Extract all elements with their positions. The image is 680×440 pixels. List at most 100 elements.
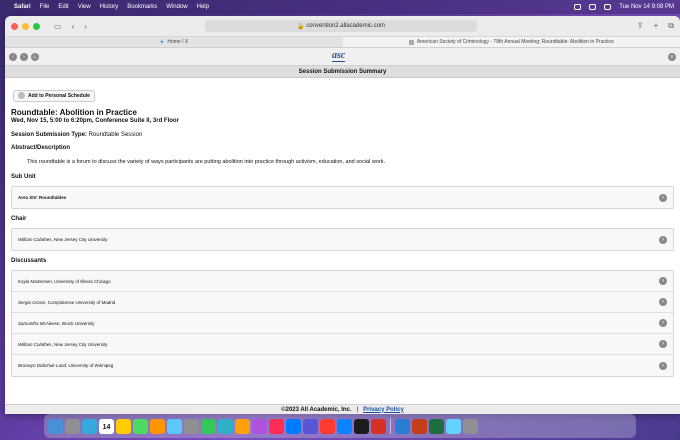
forward-arrow-icon[interactable]: ›	[84, 22, 87, 31]
tab-bar: ✦ Home / X American Society of Criminolo…	[5, 37, 680, 48]
dock-app-icon[interactable]	[429, 418, 444, 434]
dock-app-icon[interactable]	[286, 418, 301, 434]
chair-heading: Chair	[11, 216, 27, 222]
calendar-dock-icon[interactable]: 14	[99, 418, 114, 434]
subunit-heading: Sub Unit	[11, 174, 36, 180]
back-arrow-icon[interactable]: ‹	[72, 22, 75, 31]
new-tab-icon[interactable]: +	[654, 21, 659, 31]
menu-window[interactable]: Window	[166, 4, 187, 10]
sidebar-toggle-icon[interactable]: ▭	[54, 22, 62, 31]
menu-help[interactable]: Help	[197, 4, 209, 10]
minimize-window-button[interactable]	[22, 22, 29, 30]
page-favicon-icon	[408, 39, 414, 45]
dock-app-icon[interactable]	[412, 418, 427, 434]
chevron-right-icon[interactable]: ›	[659, 340, 667, 348]
chevron-right-icon[interactable]: ›	[659, 193, 667, 202]
dock-app-icon[interactable]	[320, 418, 335, 434]
status-icon[interactable]	[574, 4, 582, 10]
session-type-label: Session Submission Type:	[11, 132, 87, 138]
menu-circle-icon[interactable]: ≡	[668, 52, 676, 61]
discussant-row[interactable]: Bronwyn Dobchuk-Land, University of Winn…	[12, 355, 673, 376]
subunit-text: Area XIV: Roundtables	[18, 195, 67, 200]
discussant-row[interactable]: Samantha McAleese, Brock University ›	[12, 313, 673, 334]
dock-app-icon[interactable]	[65, 418, 80, 434]
menu-edit[interactable]: Edit	[58, 4, 68, 10]
chair-row[interactable]: William Calathes, New Jersey City Univer…	[12, 229, 673, 250]
tab-label: American Society of Criminology - 78th A…	[416, 39, 614, 45]
back-circle-icon[interactable]: ‹	[9, 52, 17, 61]
dock-app-icon[interactable]	[150, 418, 165, 434]
home-circle-icon[interactable]: ⌂	[31, 52, 39, 61]
dock-app-icon[interactable]	[269, 418, 284, 434]
dock-app-icon[interactable]	[446, 418, 461, 434]
dock-app-icon[interactable]	[354, 418, 369, 434]
discussants-heading: Discussants	[11, 258, 47, 264]
menu-file[interactable]: File	[40, 4, 50, 10]
dock-app-icon[interactable]	[218, 418, 233, 434]
dock-app-icon[interactable]	[48, 418, 63, 434]
discussant-text: Kayla Martensen, University of Illinois …	[18, 278, 111, 284]
dock-app-icon[interactable]	[463, 418, 478, 434]
calendar-icon	[18, 92, 25, 99]
lock-icon: 🔒	[297, 23, 307, 30]
chevron-right-icon[interactable]: ›	[659, 298, 667, 306]
menu-history[interactable]: History	[100, 4, 119, 10]
window-controls	[11, 22, 40, 30]
battery-icon[interactable]	[589, 4, 597, 10]
dock-app-icon[interactable]	[252, 418, 267, 434]
chevron-right-icon[interactable]: ›	[659, 235, 667, 244]
menu-app-name[interactable]: Safari	[14, 4, 31, 10]
menu-bar: Safari File Edit View History Bookmarks …	[0, 0, 680, 14]
discussant-row[interactable]: Kayla Martensen, University of Illinois …	[12, 271, 673, 292]
discussant-text: Bronwyn Dobchuk-Land, University of Winn…	[18, 363, 114, 368]
dock-app-icon[interactable]	[201, 418, 216, 434]
menu-bookmarks[interactable]: Bookmarks	[127, 4, 157, 10]
dock-app-icon[interactable]	[395, 418, 410, 434]
forward-circle-icon[interactable]: ›	[20, 52, 28, 61]
chevron-right-icon[interactable]: ›	[659, 277, 667, 285]
close-window-button[interactable]	[11, 22, 18, 30]
subunit-row[interactable]: Area XIV: Roundtables ›	[12, 187, 673, 208]
session-type-value: Roundtable Session	[88, 132, 143, 138]
menu-clock[interactable]: Tue Nov 14 9:08 PM	[619, 4, 674, 10]
tab-twitter[interactable]: ✦ Home / X	[5, 37, 343, 47]
session-title: Roundtable: Abolition in Practice	[11, 108, 137, 117]
wifi-icon[interactable]	[604, 4, 612, 10]
discussant-text: Samantha McAleese, Brock University	[18, 320, 95, 326]
dock-app-icon[interactable]	[116, 418, 131, 434]
page-title: Session Submission Summary	[5, 66, 680, 78]
dock-app-icon[interactable]	[371, 418, 386, 434]
tab-label: Home / X	[167, 39, 189, 45]
fullscreen-window-button[interactable]	[33, 22, 40, 30]
discussant-text: Sergio Grossi, Complutense University of…	[18, 299, 116, 305]
dock-app-icon[interactable]	[82, 418, 97, 434]
abstract-text: This roundtable is a forum to discuss th…	[27, 159, 385, 165]
dock-app-icon[interactable]	[337, 418, 352, 434]
chair-text: William Calathes, New Jersey City Univer…	[18, 237, 108, 242]
discussants-list: Kayla Martensen, University of Illinois …	[11, 270, 674, 377]
add-to-schedule-button[interactable]: Add to Personal Schedule	[13, 89, 95, 102]
discussant-row[interactable]: Sergio Grossi, Complutense University of…	[12, 292, 673, 313]
menu-view[interactable]: View	[78, 4, 91, 10]
chevron-right-icon[interactable]: ›	[659, 361, 667, 370]
session-content: Add to Personal Schedule Roundtable: Abo…	[5, 78, 680, 377]
session-type: Session Submission Type: Roundtable Sess…	[11, 132, 674, 138]
dock-app-icon[interactable]	[133, 418, 148, 434]
abstract-heading: Abstract/Description	[11, 145, 71, 151]
discussant-row[interactable]: William Calathes, New Jersey City Univer…	[12, 334, 673, 355]
share-icon[interactable]: ⇪	[637, 21, 644, 31]
tab-overview-icon[interactable]: ⧉	[668, 21, 674, 31]
page-footer: ©2023 All Academic, Inc. | Privacy Polic…	[5, 404, 680, 414]
copyright-text: ©2023 All Academic, Inc.	[281, 406, 352, 413]
dock-app-icon[interactable]	[303, 418, 318, 434]
tab-asc-session[interactable]: American Society of Criminology - 78th A…	[342, 37, 680, 47]
privacy-policy-link[interactable]: Privacy Policy	[363, 407, 404, 413]
chevron-right-icon[interactable]: ›	[659, 319, 667, 327]
dock-app-icon[interactable]	[235, 418, 250, 434]
dock-separator	[390, 418, 391, 434]
dock-app-icon[interactable]	[167, 418, 182, 434]
address-bar[interactable]: 🔒 convention2.allacademic.com	[205, 20, 477, 32]
address-text: convention2.allacademic.com	[306, 23, 385, 29]
asc-logo: asc	[332, 50, 346, 62]
dock-app-icon[interactable]	[184, 418, 199, 434]
